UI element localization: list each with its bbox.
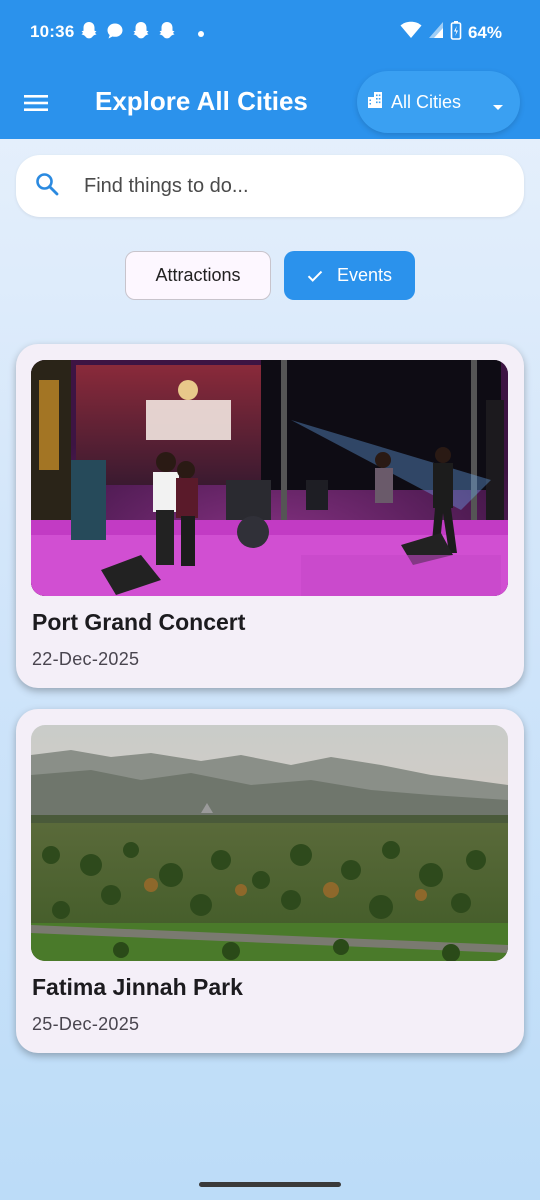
signal-icon [428, 21, 444, 44]
checkmark-icon [307, 270, 323, 282]
page-title: Explore All Cities [95, 86, 308, 116]
filter-chip-attractions[interactable]: Attractions [125, 251, 271, 300]
filter-chip-label: Attractions [155, 265, 241, 285]
event-card[interactable]: Port Grand Concert 22-Dec-2025 [16, 344, 524, 688]
filter-chip-label: Events [336, 265, 393, 285]
menu-button[interactable] [22, 90, 50, 116]
card-title: Fatima Jinnah Park [32, 974, 243, 1000]
home-indicator[interactable] [199, 1182, 341, 1187]
chevron-down-icon [492, 98, 504, 116]
city-selector-dropdown[interactable]: All Cities [357, 71, 520, 133]
status-bar: 10:36 64% [0, 0, 540, 66]
notification-icons [80, 21, 204, 46]
app-bar: 10:36 64% Explore All Cities All Cities [0, 0, 540, 139]
search-input[interactable] [84, 174, 484, 198]
card-date: 22-Dec-2025 [32, 649, 140, 669]
event-image-park [31, 725, 508, 961]
chat-icon [106, 22, 124, 45]
search-icon [34, 171, 60, 202]
city-buildings-icon [367, 91, 383, 114]
event-card[interactable]: Fatima Jinnah Park 25-Dec-2025 [16, 709, 524, 1053]
search-bar[interactable] [16, 155, 524, 217]
snapchat-icon [158, 21, 176, 46]
filter-chip-events[interactable]: Events [284, 251, 415, 300]
wifi-icon [400, 21, 422, 44]
hamburger-icon [24, 95, 48, 111]
snapchat-icon [132, 21, 150, 46]
event-image-concert [31, 360, 508, 596]
more-notifications-dot [198, 30, 204, 37]
snapchat-icon [80, 21, 98, 46]
battery-level: 64% [467, 22, 502, 42]
battery-icon [450, 20, 462, 45]
system-icons: 64% [400, 20, 502, 45]
city-selector-label: All Cities [391, 91, 462, 112]
status-time: 10:36 [30, 22, 75, 41]
card-date: 25-Dec-2025 [32, 1014, 140, 1034]
card-title: Port Grand Concert [32, 609, 246, 635]
